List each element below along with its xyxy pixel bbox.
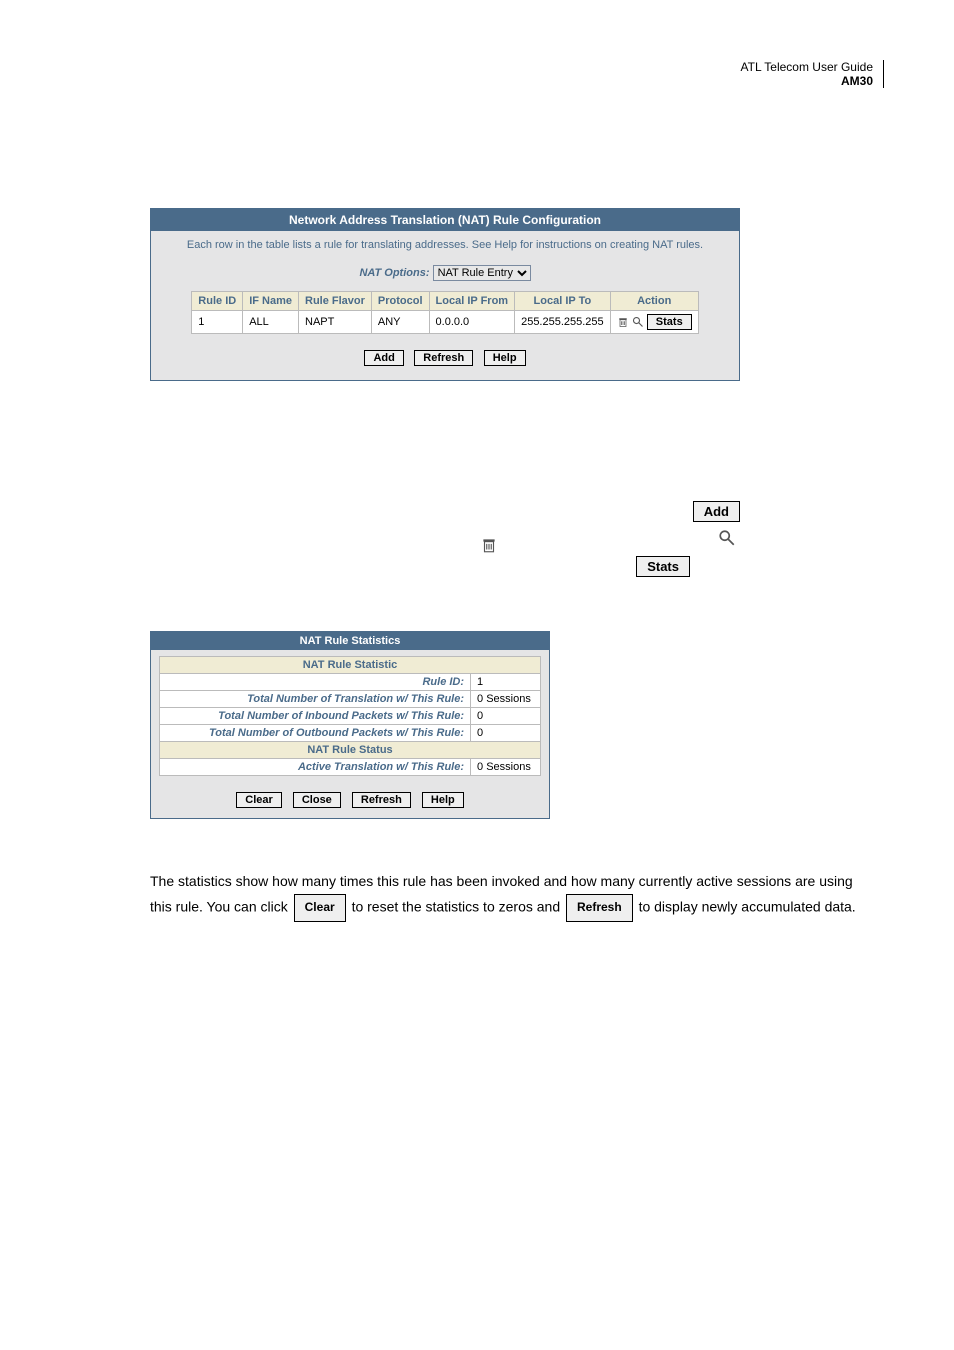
inline-clear-button[interactable]: Clear — [294, 894, 346, 922]
body-paragraph: The statistics show how many times this … — [150, 869, 870, 922]
col-rule-id: Rule ID — [192, 292, 243, 311]
lbl-active: Active Translation w/ This Rule: — [159, 759, 470, 776]
lbl-rule-id: Rule ID: — [159, 674, 470, 691]
stats-clear-button[interactable]: Clear — [236, 792, 282, 808]
add-button[interactable]: Add — [364, 350, 403, 366]
nat-config-panel: Network Address Translation (NAT) Rule C… — [150, 208, 740, 381]
nat-stats-panel: NAT Rule Statistics NAT Rule Statistic R… — [150, 631, 550, 819]
col-local-to: Local IP To — [515, 292, 611, 311]
nat-options-label: NAT Options: — [359, 267, 429, 279]
col-protocol: Protocol — [371, 292, 429, 311]
table-row: 1 ALL NAPT ANY 0.0.0.0 255.255.255.255 S… — [192, 311, 698, 334]
col-rule-flavor: Rule Flavor — [299, 292, 372, 311]
magnify-icon[interactable] — [632, 316, 644, 328]
nat-config-title: Network Address Translation (NAT) Rule C… — [151, 209, 739, 231]
lbl-total-trans: Total Number of Translation w/ This Rule… — [159, 691, 470, 708]
stats-close-button[interactable]: Close — [293, 792, 341, 808]
stats-button[interactable]: Stats — [647, 314, 692, 330]
mid-stats-button[interactable]: Stats — [636, 556, 690, 577]
stats-help-button[interactable]: Help — [422, 792, 464, 808]
doc-header: ATL Telecom User Guide AM30 — [150, 60, 884, 88]
cell-if-name: ALL — [243, 311, 299, 334]
val-active: 0 Sessions — [471, 759, 541, 776]
refresh-button[interactable]: Refresh — [414, 350, 473, 366]
val-inbound: 0 — [471, 708, 541, 725]
col-local-from: Local IP From — [429, 292, 515, 311]
nat-options-select[interactable]: NAT Rule Entry — [433, 265, 531, 281]
nat-rule-table: Rule ID IF Name Rule Flavor Protocol Loc… — [191, 291, 698, 334]
stats-table: NAT Rule Statistic Rule ID: 1 Total Numb… — [159, 656, 541, 776]
mid-trash-icon[interactable] — [480, 536, 498, 559]
cell-protocol: ANY — [371, 311, 429, 334]
cell-local-to: 255.255.255.255 — [515, 311, 611, 334]
inline-refresh-button[interactable]: Refresh — [566, 894, 633, 922]
stats-section1: NAT Rule Statistic — [159, 657, 540, 674]
lbl-inbound: Total Number of Inbound Packets w/ This … — [159, 708, 470, 725]
col-action: Action — [610, 292, 698, 311]
help-button[interactable]: Help — [484, 350, 526, 366]
cell-rule-id: 1 — [192, 311, 243, 334]
doc-header-line2: AM30 — [841, 74, 873, 88]
stats-section2: NAT Rule Status — [159, 742, 540, 759]
body-t2: to reset the statistics to zeros and — [352, 899, 564, 915]
doc-header-line1: ATL Telecom User Guide — [741, 60, 874, 74]
mid-magnify-icon[interactable] — [718, 529, 736, 552]
stats-refresh-button[interactable]: Refresh — [352, 792, 411, 808]
trash-icon[interactable] — [617, 316, 629, 328]
val-outbound: 0 — [471, 725, 541, 742]
val-total-trans: 0 Sessions — [471, 691, 541, 708]
col-if-name: IF Name — [243, 292, 299, 311]
nat-config-subtitle: Each row in the table lists a rule for t… — [151, 231, 739, 265]
lbl-outbound: Total Number of Outbound Packets w/ This… — [159, 725, 470, 742]
body-t3: to display newly accumulated data. — [639, 899, 856, 915]
cell-local-from: 0.0.0.0 — [429, 311, 515, 334]
val-rule-id: 1 — [471, 674, 541, 691]
cell-rule-flavor: NAPT — [299, 311, 372, 334]
stats-title: NAT Rule Statistics — [151, 632, 549, 650]
mid-add-button[interactable]: Add — [693, 501, 740, 522]
mid-icons-block: Add Stats — [150, 501, 740, 591]
